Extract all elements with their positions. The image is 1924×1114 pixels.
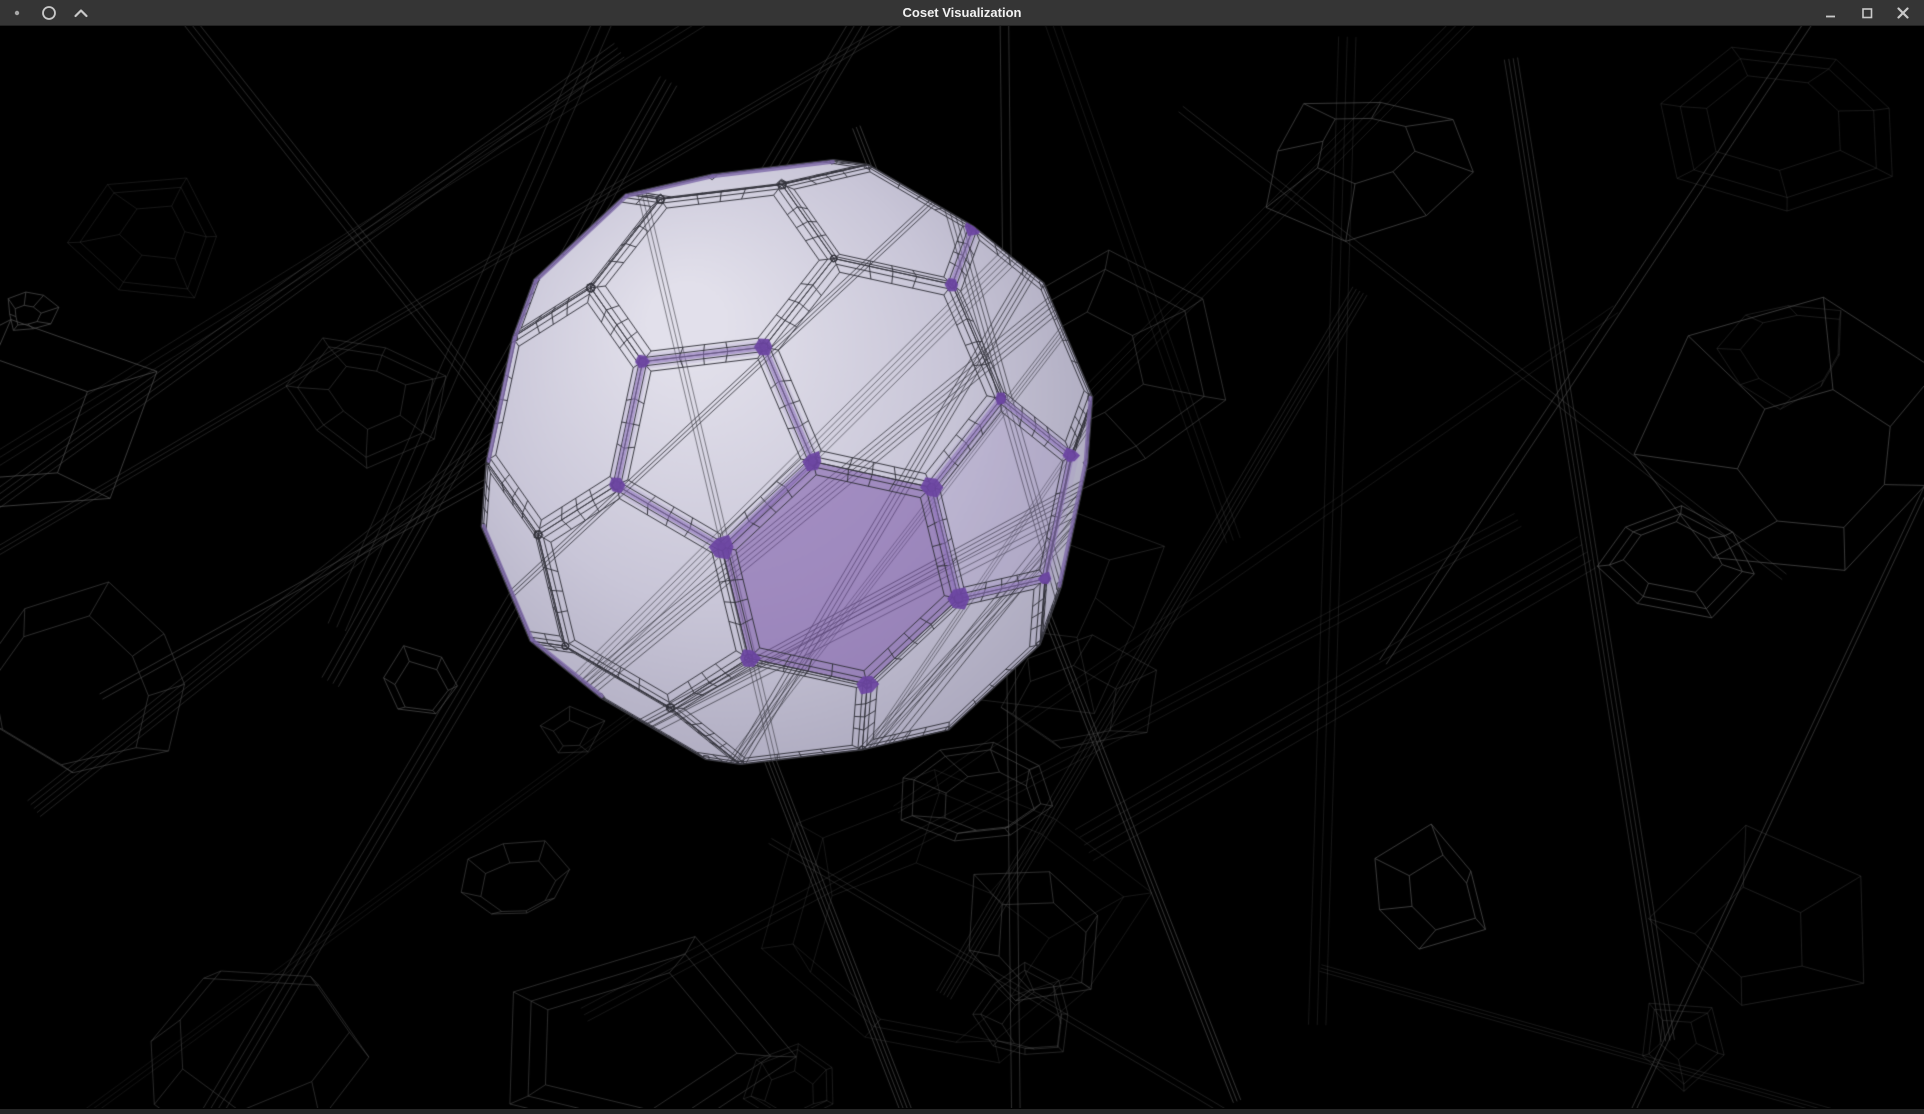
- circle-icon[interactable]: [40, 4, 58, 22]
- viewport-3d[interactable]: [0, 26, 1924, 1108]
- app-window: Coset Visualization: [0, 0, 1924, 1114]
- close-button[interactable]: [1894, 4, 1912, 22]
- window-title: Coset Visualization: [0, 0, 1924, 26]
- app-dot-icon: [8, 4, 26, 22]
- window-controls: [1822, 4, 1916, 22]
- minimize-button[interactable]: [1822, 4, 1840, 22]
- titlebar-left-icons: [8, 4, 90, 22]
- window-border: [0, 1109, 1924, 1114]
- chevron-up-icon[interactable]: [72, 4, 90, 22]
- maximize-button[interactable]: [1858, 4, 1876, 22]
- titlebar[interactable]: Coset Visualization: [0, 0, 1924, 26]
